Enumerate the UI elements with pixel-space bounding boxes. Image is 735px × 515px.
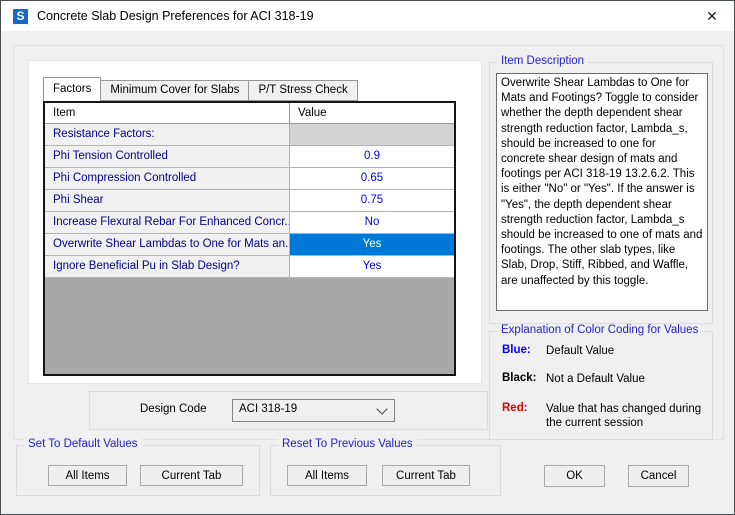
table-row[interactable]: Phi Compression Controlled 0.65 [45,168,454,190]
row-item-label: Resistance Factors: [45,124,290,145]
row-value-cell[interactable]: Yes [290,234,454,255]
tab-minimum-cover-for-slabs[interactable]: Minimum Cover for Slabs [101,80,249,101]
set-default-title: Set To Default Values [24,438,142,450]
design-code-value: ACI 318-19 [239,403,297,415]
row-item-label: Overwrite Shear Lambdas to One for Mats … [45,234,290,255]
item-description-title: Item Description [497,55,588,67]
row-value-cell[interactable]: 0.9 [290,146,454,167]
chevron-down-icon [376,403,387,414]
row-value-cell[interactable]: 0.65 [290,168,454,189]
tab-panel: Factors Minimum Cover for Slabs P/T Stre… [28,60,482,384]
color-coding-group: Explanation of Color Coding for Values B… [489,331,713,440]
column-header-item: Item [45,103,290,123]
red-label: Red: [502,402,546,430]
app-icon: S [12,8,29,25]
design-code-group: Design Code ACI 318-19 [89,391,488,430]
table-header-row: Item Value [45,103,454,124]
table-row[interactable]: Phi Tension Controlled 0.9 [45,146,454,168]
row-item-label: Ignore Beneficial Pu in Slab Design? [45,256,290,277]
row-item-label: Phi Compression Controlled [45,168,290,189]
row-value-cell[interactable]: No [290,212,454,233]
design-code-dropdown[interactable]: ACI 318-19 [232,399,395,422]
row-value-cell [290,124,454,145]
table-row-selected[interactable]: Overwrite Shear Lambdas to One for Mats … [45,234,454,256]
color-coding-entry-black: Black: Not a Default Value [502,372,704,386]
tab-pt-stress-check[interactable]: P/T Stress Check [249,80,357,101]
tab-strip: Factors Minimum Cover for Slabs P/T Stre… [43,77,358,101]
tab-factors[interactable]: Factors [43,77,101,101]
set-default-group: Set To Default Values All Items Current … [16,445,260,496]
title-bar: S Concrete Slab Design Preferences for A… [1,1,734,31]
row-value-cell[interactable]: 0.75 [290,190,454,211]
preferences-dialog: S Concrete Slab Design Preferences for A… [0,0,735,515]
window-title: Concrete Slab Design Preferences for ACI… [37,9,314,23]
table-row[interactable]: Increase Flexural Rebar For Enhanced Con… [45,212,454,234]
close-icon[interactable]: ✕ [690,1,734,31]
reset-previous-group: Reset To Previous Values All Items Curre… [270,445,501,496]
ok-button[interactable]: OK [544,465,605,487]
blue-meaning: Default Value [546,344,704,358]
black-label: Black: [502,372,546,386]
preferences-table: Item Value Resistance Factors: Phi Tensi… [43,101,456,376]
item-description-text[interactable]: Overwrite Shear Lambdas to One for Mats … [496,73,708,311]
column-header-value: Value [290,103,454,123]
reset-previous-current-tab-button[interactable]: Current Tab [382,465,470,486]
design-code-label: Design Code [140,403,206,415]
set-default-all-items-button[interactable]: All Items [48,465,127,486]
set-default-current-tab-button[interactable]: Current Tab [140,465,243,486]
reset-previous-title: Reset To Previous Values [278,438,417,450]
table-row[interactable]: Phi Shear 0.75 [45,190,454,212]
color-coding-entry-red: Red: Value that has changed during the c… [502,402,704,430]
row-item-label: Phi Tension Controlled [45,146,290,167]
table-row[interactable]: Ignore Beneficial Pu in Slab Design? Yes [45,256,454,278]
cancel-button[interactable]: Cancel [628,465,689,487]
color-coding-entry-blue: Blue: Default Value [502,344,704,358]
row-item-label: Increase Flexural Rebar For Enhanced Con… [45,212,290,233]
color-coding-title: Explanation of Color Coding for Values [497,324,702,336]
blue-label: Blue: [502,344,546,358]
red-meaning: Value that has changed during the curren… [546,402,704,430]
item-description-group: Item Description Overwrite Shear Lambdas… [489,62,713,324]
table-row[interactable]: Resistance Factors: [45,124,454,146]
row-item-label: Phi Shear [45,190,290,211]
row-value-cell[interactable]: Yes [290,256,454,277]
black-meaning: Not a Default Value [546,372,704,386]
reset-previous-all-items-button[interactable]: All Items [287,465,367,486]
